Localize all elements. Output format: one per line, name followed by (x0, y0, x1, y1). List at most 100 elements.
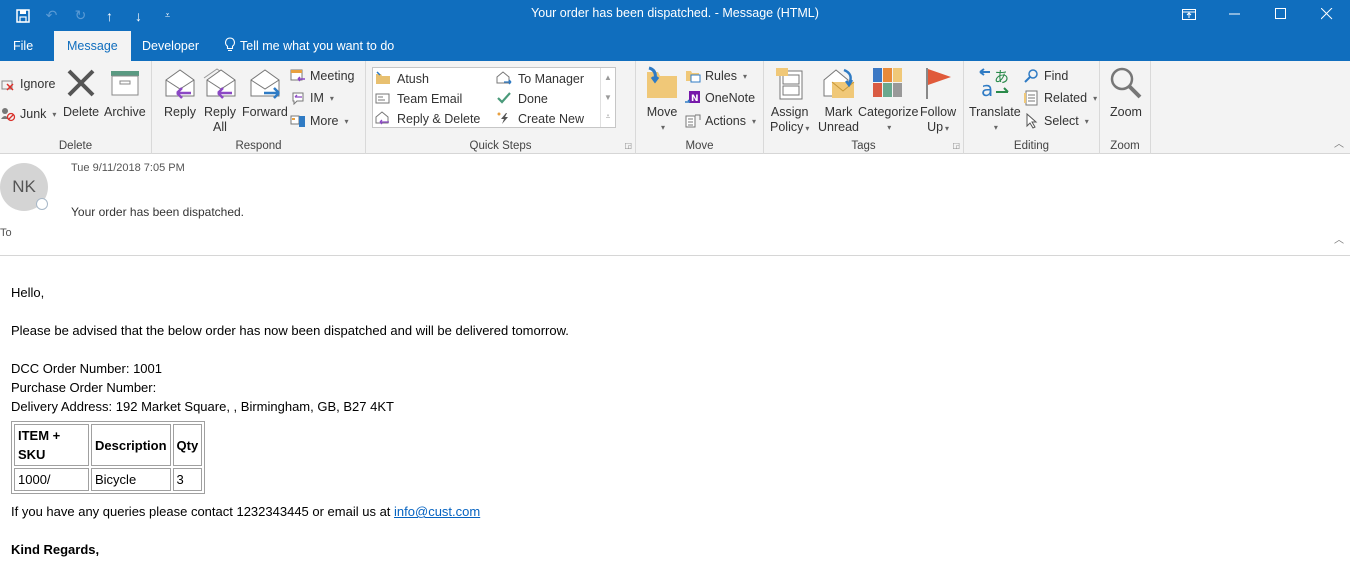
email-icon (375, 91, 391, 108)
cursor-arrow-icon (1024, 113, 1040, 129)
cell-qty: 3 (172, 468, 203, 491)
expand-gallery-icon[interactable]: ⩡ (601, 107, 615, 127)
categorize-button[interactable]: Categorize ▾ (858, 65, 918, 135)
rules-button[interactable]: Rules ▾ (685, 66, 747, 86)
window-controls (1166, 0, 1350, 31)
reply-all-icon (202, 65, 238, 101)
rules-icon (685, 68, 701, 84)
checkmark-icon (496, 91, 512, 108)
follow-up-button[interactable]: Follow Up ▾ (920, 65, 956, 136)
flag-icon (920, 65, 956, 101)
assign-policy-button[interactable]: Assign Policy ▾ (770, 65, 809, 136)
onenote-button[interactable]: N OneNote (685, 88, 755, 108)
header-description: Description (91, 424, 171, 466)
maximize-icon[interactable] (1258, 0, 1304, 28)
translate-icon: aあ (977, 65, 1013, 101)
move-to-folder-icon (375, 70, 391, 88)
ignore-button[interactable]: Ignore (0, 74, 55, 94)
reply-all-button[interactable]: Reply All (202, 65, 238, 135)
zoom-button[interactable]: Zoom (1108, 65, 1144, 120)
table-row: 1000/ Bicycle 3 (14, 468, 203, 491)
window-title: Your order has been dispatched. - Messag… (531, 6, 819, 20)
ribbon-display-options-icon[interactable] (1166, 0, 1212, 28)
mark-unread-button[interactable]: Mark Unread (818, 65, 859, 135)
actions-button[interactable]: Actions ▾ (685, 111, 756, 131)
quick-step-team-email[interactable]: Team Email (375, 89, 462, 109)
quick-step-atush[interactable]: Atush (375, 69, 429, 89)
policy-cabinet-icon (772, 65, 808, 101)
group-label-respond: Respond (235, 140, 282, 152)
svg-text:あ: あ (994, 68, 1009, 86)
email-link[interactable]: info@cust.com (394, 504, 480, 519)
redo-icon[interactable]: ↻ (66, 4, 95, 28)
find-button[interactable]: Find (1024, 66, 1068, 86)
related-button[interactable]: Related ▾ (1024, 88, 1097, 108)
group-zoom: Zoom Zoom (1100, 61, 1151, 154)
find-magnifier-icon (1024, 68, 1040, 84)
im-button[interactable]: IM ▾ (290, 88, 334, 108)
tab-message[interactable]: Message (54, 31, 131, 61)
save-icon[interactable] (8, 4, 37, 28)
im-chat-icon (290, 90, 306, 106)
close-icon[interactable] (1304, 0, 1350, 28)
select-button[interactable]: Select ▾ (1024, 111, 1089, 131)
group-delete: Ignore Junk ▾ Delete Archive Delete (0, 61, 152, 154)
reply-button[interactable]: Reply (162, 65, 198, 120)
scroll-up-icon[interactable]: ▲ (601, 68, 615, 88)
quick-step-to-manager[interactable]: To Manager (496, 69, 584, 89)
more-respond-icon (290, 113, 306, 129)
tell-me-search[interactable]: Tell me what you want to do (212, 31, 406, 61)
previous-item-icon[interactable]: ↑ (95, 4, 124, 28)
group-label-zoom: Zoom (1110, 140, 1140, 152)
order-number: DCC Order Number: 1001 (11, 361, 162, 376)
lightning-icon (496, 111, 512, 128)
quick-step-reply-delete[interactable]: Reply & Delete (375, 109, 480, 129)
message-header: NK Tue 9/11/2018 7:05 PM Your order has … (0, 155, 1350, 256)
intro-paragraph: Please be advised that the below order h… (11, 323, 569, 338)
forward-button[interactable]: Forward (242, 65, 288, 120)
quick-step-create-new[interactable]: Create New (496, 109, 584, 129)
mark-unread-icon (821, 65, 857, 101)
quick-access-toolbar: ↶ ↻ ↑ ↓ ⩡ (8, 0, 182, 31)
tab-file[interactable]: File (1, 31, 45, 61)
greeting: Hello, (11, 285, 45, 300)
quick-step-done[interactable]: Done (496, 89, 548, 109)
svg-text:N: N (691, 94, 699, 104)
more-respond-button[interactable]: More ▾ (290, 111, 349, 131)
signoff: Kind Regards, (11, 542, 100, 557)
translate-button[interactable]: aあ Translate ▾ (969, 65, 1021, 135)
forward-icon (247, 65, 283, 101)
group-editing: aあ Translate ▾ Find Related ▾ Select ▾ Edi… (964, 61, 1100, 154)
scroll-down-icon[interactable]: ▼ (601, 88, 615, 108)
dialog-launcher-icon[interactable]: ◲ (624, 141, 632, 150)
move-folder-icon (644, 65, 680, 101)
quick-steps-scrollbar[interactable]: ▲ ▼ ⩡ (600, 68, 615, 127)
move-button[interactable]: Move ▾ (644, 65, 680, 135)
meeting-icon (290, 68, 306, 84)
message-body: Hello, Please be advised that the below … (11, 283, 569, 559)
delete-x-icon (63, 65, 99, 101)
presence-status-icon (36, 198, 48, 210)
delete-button[interactable]: Delete (63, 65, 99, 120)
tags-dialog-launcher-icon[interactable]: ◲ (952, 141, 960, 150)
collapse-header-icon[interactable]: ︿ (1334, 231, 1344, 246)
meeting-button[interactable]: Meeting (290, 66, 354, 86)
header-item-sku: ITEM + SKU (14, 424, 89, 466)
collapse-ribbon-icon[interactable]: ︿ (1334, 135, 1344, 150)
quick-steps-gallery: Atush To Manager Team Email Done Reply &… (372, 67, 616, 128)
minimize-icon[interactable] (1212, 0, 1258, 28)
header-qty: Qty (172, 424, 203, 466)
undo-icon[interactable]: ↶ (37, 4, 66, 28)
actions-icon (685, 113, 701, 129)
customize-qat-icon[interactable]: ⩡ (153, 4, 182, 28)
next-item-icon[interactable]: ↓ (124, 4, 153, 28)
group-label-delete: Delete (58, 140, 93, 152)
junk-button[interactable]: Junk ▾ (0, 104, 56, 124)
cell-description: Bicycle (91, 468, 171, 491)
archive-button[interactable]: Archive (104, 65, 146, 120)
tab-developer[interactable]: Developer (130, 31, 211, 61)
group-label-quick-steps: Quick Steps (469, 140, 532, 152)
archive-box-icon (107, 65, 143, 101)
cell-item-sku: 1000/ (14, 468, 89, 491)
svg-text:a: a (981, 77, 993, 100)
